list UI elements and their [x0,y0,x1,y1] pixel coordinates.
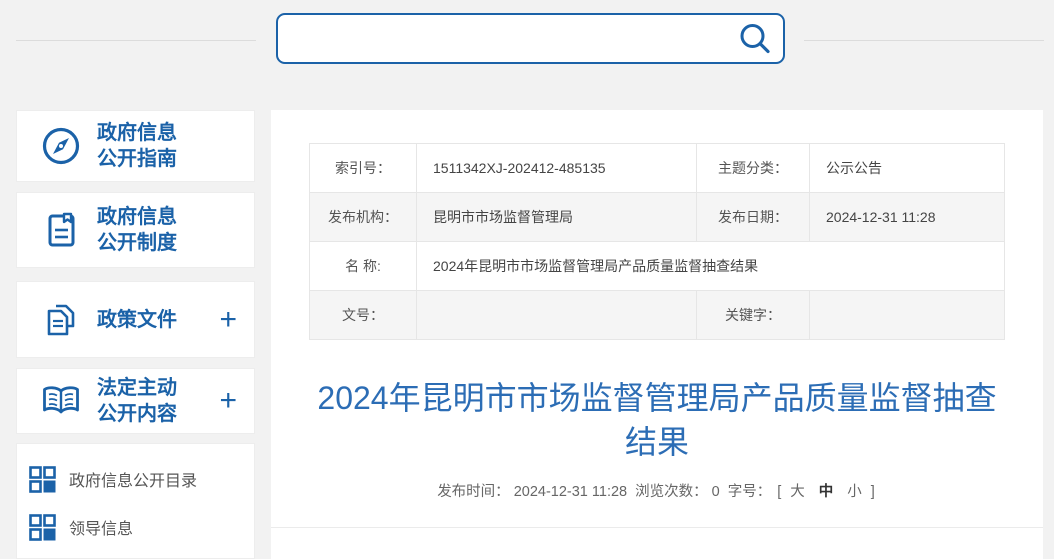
expand-plus-icon[interactable]: + [219,305,237,335]
publisher-value: 昆明市市场监督管理局 [417,193,697,242]
views-value: 0 [712,484,720,500]
publish-info-line: 发布时间：2024-12-31 11:28 浏览次数：0 字号： [ 大中小] [271,480,1043,501]
font-size-medium-button[interactable]: 中 [819,484,834,500]
topic-category-value: 公示公告 [810,144,1005,193]
sidebar-item-statutory-disclosure[interactable]: 法定主动 公开内容 + [16,368,255,434]
documents-icon [39,299,83,341]
sidebar-sub-label: 政府信息公开目录 [69,467,197,491]
bracket-left: [ [777,484,781,500]
publish-date-value: 2024-12-31 11:28 [810,193,1005,242]
sidebar-item-label: 政府信息 公开制度 [97,204,177,256]
page-title: 2024年昆明市市场监督管理局产品质量监督抽查结果 [307,376,1007,464]
table-row: 文号： 关键字： [310,291,1005,340]
sidebar-sub-label: 领导信息 [69,515,133,539]
doc-number-label: 文号： [310,291,417,340]
search-button[interactable] [727,15,783,62]
sidebar-item-leader-info[interactable]: 领导信息 [29,506,254,548]
views-label: 浏览次数： [635,484,708,500]
compass-icon [39,125,83,167]
font-size-label: 字号： [728,484,772,500]
title-label: 名 称: [310,242,417,291]
bracket-right: ] [871,484,875,500]
publish-time-value: 2024-12-31 11:28 [514,484,627,500]
top-divider-right [804,40,1044,41]
grid-icon [29,466,57,493]
content-panel: 索引号： 1511342XJ-202412-485135 主题分类： 公示公告 … [271,110,1043,559]
doc-number-value [417,291,697,340]
title-value: 2024年昆明市市场监督管理局产品质量监督抽查结果 [417,242,1005,291]
publisher-label: 发布机构： [310,193,417,242]
index-number-label: 索引号： [310,144,417,193]
sidebar-item-gov-info-guide[interactable]: 政府信息 公开指南 [16,110,255,182]
metadata-table: 索引号： 1511342XJ-202412-485135 主题分类： 公示公告 … [309,143,1005,340]
keywords-value [810,291,1005,340]
font-size-large-button[interactable]: 大 [790,484,805,500]
publish-time-label: 发布时间： [437,484,510,500]
keywords-label: 关键字： [697,291,810,340]
table-row: 索引号： 1511342XJ-202412-485135 主题分类： 公示公告 [310,144,1005,193]
content-divider [271,527,1043,528]
sidebar-item-label: 政府信息 公开指南 [97,120,177,172]
sidebar-sub-list: 政府信息公开目录 领导信息 [16,443,255,559]
publish-date-label: 发布日期： [697,193,810,242]
topic-category-label: 主题分类： [697,144,810,193]
grid-icon [29,514,57,541]
sidebar-item-policy-documents[interactable]: 政策文件 + [16,281,255,358]
sidebar-item-gov-info-catalog[interactable]: 政府信息公开目录 [29,458,254,500]
sidebar-item-label: 法定主动 公开内容 [97,375,177,427]
table-row: 发布机构： 昆明市市场监督管理局 发布日期： 2024-12-31 11:28 [310,193,1005,242]
index-number-value: 1511342XJ-202412-485135 [417,144,697,193]
top-divider-left [16,40,256,41]
table-row: 名 称: 2024年昆明市市场监督管理局产品质量监督抽查结果 [310,242,1005,291]
expand-plus-icon[interactable]: + [219,386,237,416]
search-icon [737,21,773,57]
search-bar [276,13,785,64]
document-icon [39,209,83,251]
font-size-small-button[interactable]: 小 [847,484,862,500]
sidebar-item-label: 政策文件 [97,307,177,333]
search-input[interactable] [278,15,727,62]
sidebar-item-gov-info-system[interactable]: 政府信息 公开制度 [16,192,255,268]
book-icon [39,382,83,420]
